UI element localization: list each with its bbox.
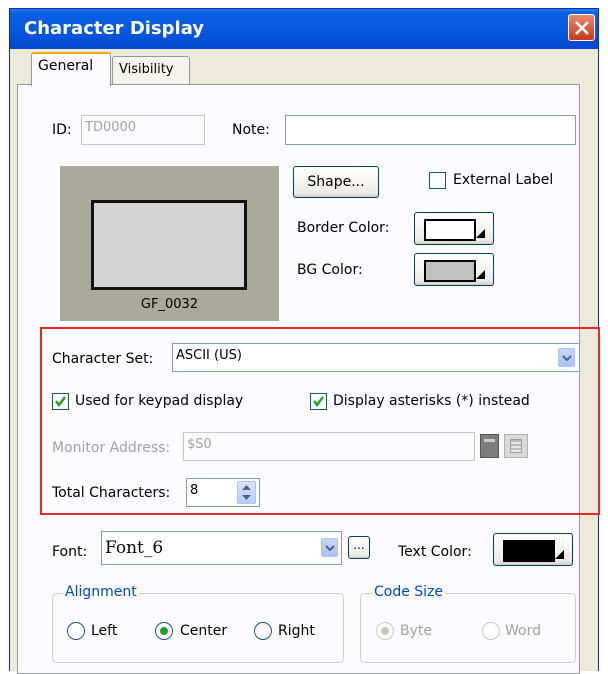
monitor-address-field[interactable]: $S0: [183, 432, 475, 461]
dropdown-triangle-icon: [476, 229, 485, 238]
tab-visibility-label: Visibility: [119, 62, 174, 77]
id-field[interactable]: TD0000: [81, 115, 205, 145]
code-size-legend: Code Size: [372, 584, 446, 600]
tab-general-label: General: [38, 58, 94, 74]
note-label: Note:: [232, 122, 270, 138]
display-asterisks-label: Display asterisks (*) instead: [333, 393, 530, 409]
id-label: ID:: [52, 122, 72, 138]
checkmark-icon: [55, 396, 66, 407]
total-characters-stepper[interactable]: 8: [186, 478, 260, 507]
monitor-address-value: $S0: [187, 437, 212, 452]
note-field[interactable]: [285, 115, 576, 145]
chevron-down-icon[interactable]: [558, 348, 575, 367]
bg-color-label: BG Color:: [297, 262, 363, 278]
align-center-radio[interactable]: [155, 622, 173, 640]
border-color-button[interactable]: [414, 212, 494, 245]
spin-arrows-icon: [242, 485, 251, 500]
align-right-radio[interactable]: [254, 622, 272, 640]
radio-dot-icon: [381, 627, 389, 635]
tab-visibility[interactable]: Visibility: [112, 56, 190, 85]
dropdown-triangle-icon: [555, 550, 564, 559]
text-color-button[interactable]: [493, 533, 573, 566]
code-size-word-radio[interactable]: [482, 622, 500, 640]
align-left-radio[interactable]: [67, 622, 85, 640]
checkmark-icon: [313, 396, 324, 407]
close-button[interactable]: [568, 14, 595, 41]
align-left-label: Left: [91, 623, 118, 639]
close-icon: [575, 21, 589, 35]
external-label-text: External Label: [453, 172, 554, 188]
character-set-label: Character Set:: [52, 351, 154, 367]
character-set-value: ASCII (US): [176, 348, 242, 363]
address-browse-icon[interactable]: [504, 434, 528, 458]
monitor-address-label: Monitor Address:: [52, 440, 171, 456]
bg-color-button[interactable]: [414, 253, 494, 286]
title-bar[interactable]: Character Display: [10, 9, 598, 49]
border-color-swatch: [424, 219, 476, 241]
spin-buttons[interactable]: [237, 481, 256, 504]
bg-color-swatch: [424, 260, 476, 282]
keypad-display-label: Used for keypad display: [75, 393, 244, 409]
keypad-display-checkbox[interactable]: [52, 393, 69, 410]
keypad-bar-icon: [484, 439, 495, 442]
chevron-down-icon[interactable]: [321, 538, 338, 557]
total-characters-label: Total Characters:: [52, 485, 171, 501]
radio-dot-icon: [160, 627, 168, 635]
text-color-swatch: [503, 540, 555, 562]
code-size-byte-radio[interactable]: [376, 622, 394, 640]
character-set-select[interactable]: ASCII (US): [172, 343, 580, 372]
shape-button-label: Shape...: [307, 174, 365, 190]
border-color-label: Border Color:: [297, 220, 390, 236]
display-asterisks-checkbox[interactable]: [310, 393, 327, 410]
text-color-label: Text Color:: [398, 544, 472, 560]
font-browse-label: ...: [353, 538, 365, 552]
preview-shape-frame: [91, 200, 247, 290]
shape-button[interactable]: Shape...: [293, 166, 379, 198]
font-browse-button[interactable]: ...: [348, 536, 370, 559]
align-center-label: Center: [180, 623, 228, 639]
dropdown-triangle-icon: [476, 270, 485, 279]
font-select[interactable]: Font_6: [101, 531, 342, 565]
font-label: Font:: [52, 544, 88, 560]
window-title: Character Display: [24, 18, 205, 39]
font-value: Font_6: [105, 538, 164, 558]
preview-shape-name: GF_0032: [140, 297, 199, 312]
external-label-checkbox[interactable]: [429, 172, 446, 189]
alignment-legend: Alignment: [63, 584, 139, 600]
grid-icon: [510, 439, 522, 453]
code-size-byte-label: Byte: [400, 623, 432, 639]
code-size-word-label: Word: [505, 623, 541, 639]
total-characters-value: 8: [190, 483, 199, 498]
align-right-label: Right: [278, 623, 315, 639]
tab-general[interactable]: General: [31, 52, 111, 86]
id-value: TD0000: [85, 120, 137, 135]
address-keypad-icon[interactable]: [480, 434, 499, 458]
